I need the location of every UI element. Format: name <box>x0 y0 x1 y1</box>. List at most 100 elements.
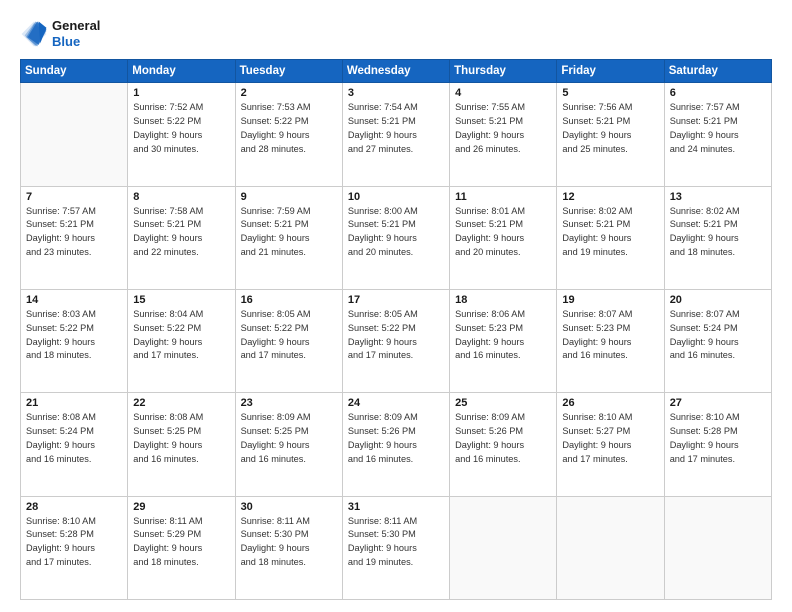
calendar-week-2: 7 Sunrise: 7:57 AM Sunset: 5:21 PM Daylig… <box>21 186 772 289</box>
day-number: 6 <box>670 87 766 99</box>
day-info: Sunrise: 8:10 AM Sunset: 5:27 PM Dayligh… <box>562 411 658 466</box>
day-number: 2 <box>241 87 337 99</box>
day-info: Sunrise: 8:06 AM Sunset: 5:23 PM Dayligh… <box>455 308 551 363</box>
calendar-cell: 14 Sunrise: 8:03 AM Sunset: 5:22 PM Dayli… <box>21 289 128 392</box>
day-number: 7 <box>26 191 122 203</box>
calendar-cell: 17 Sunrise: 8:05 AM Sunset: 5:22 PM Dayli… <box>342 289 449 392</box>
calendar-cell: 19 Sunrise: 8:07 AM Sunset: 5:23 PM Dayli… <box>557 289 664 392</box>
calendar-cell <box>21 83 128 186</box>
calendar-cell: 16Sunrise: 8:05 AM Sunset: 5:22 PM Dayli… <box>235 289 342 392</box>
calendar-cell: 10 Sunrise: 8:00 AM Sunset: 5:21 PM Dayli… <box>342 186 449 289</box>
calendar-week-3: 14 Sunrise: 8:03 AM Sunset: 5:22 PM Dayli… <box>21 289 772 392</box>
day-number: 3 <box>348 87 444 99</box>
calendar-cell: 26 Sunrise: 8:10 AM Sunset: 5:27 PM Dayli… <box>557 393 664 496</box>
calendar-cell <box>557 496 664 599</box>
calendar-cell: 2 Sunrise: 7:53 AM Sunset: 5:22 PM Daylig… <box>235 83 342 186</box>
day-info: Sunrise: 8:09 AM Sunset: 5:26 PM Dayligh… <box>455 411 551 466</box>
day-info: Sunrise: 7:56 AM Sunset: 5:21 PM Dayligh… <box>562 101 658 156</box>
calendar-cell: 22 Sunrise: 8:08 AM Sunset: 5:25 PM Dayli… <box>128 393 235 496</box>
calendar-cell: 4 Sunrise: 7:55 AM Sunset: 5:21 PM Daylig… <box>450 83 557 186</box>
calendar-cell <box>664 496 771 599</box>
calendar-cell: 8 Sunrise: 7:58 AM Sunset: 5:21 PM Daylig… <box>128 186 235 289</box>
calendar-cell: 23Sunrise: 8:09 AM Sunset: 5:25 PM Dayli… <box>235 393 342 496</box>
calendar-week-1: 1Sunrise: 7:52 AM Sunset: 5:22 PM Daylig… <box>21 83 772 186</box>
calendar-week-5: 28Sunrise: 8:10 AM Sunset: 5:28 PM Dayli… <box>21 496 772 599</box>
day-info: Sunrise: 8:08 AM Sunset: 5:24 PM Dayligh… <box>26 411 122 466</box>
day-number: 15 <box>133 294 229 306</box>
day-info: Sunrise: 7:58 AM Sunset: 5:21 PM Dayligh… <box>133 205 229 260</box>
weekday-header-thursday: Thursday <box>450 60 557 83</box>
calendar-cell: 9 Sunrise: 7:59 AM Sunset: 5:21 PM Daylig… <box>235 186 342 289</box>
day-number: 27 <box>670 397 766 409</box>
day-info: Sunrise: 8:03 AM Sunset: 5:22 PM Dayligh… <box>26 308 122 363</box>
calendar-week-4: 21 Sunrise: 8:08 AM Sunset: 5:24 PM Dayli… <box>21 393 772 496</box>
calendar-header-row: SundayMondayTuesdayWednesdayThursdayFrid… <box>21 60 772 83</box>
calendar-cell: 6 Sunrise: 7:57 AM Sunset: 5:21 PM Daylig… <box>664 83 771 186</box>
page: General Blue SundayMondayTuesdayWednesda… <box>0 0 792 612</box>
day-info: Sunrise: 7:57 AM Sunset: 5:21 PM Dayligh… <box>26 205 122 260</box>
day-number: 29 <box>133 501 229 513</box>
day-info: Sunrise: 7:55 AM Sunset: 5:21 PM Dayligh… <box>455 101 551 156</box>
logo: General Blue <box>20 18 100 49</box>
calendar-cell <box>450 496 557 599</box>
day-info: Sunrise: 8:07 AM Sunset: 5:23 PM Dayligh… <box>562 308 658 363</box>
day-number: 19 <box>562 294 658 306</box>
day-number: 18 <box>455 294 551 306</box>
calendar-cell: 30Sunrise: 8:11 AM Sunset: 5:30 PM Dayli… <box>235 496 342 599</box>
day-number: 23 <box>241 397 337 409</box>
calendar-cell: 24 Sunrise: 8:09 AM Sunset: 5:26 PM Dayli… <box>342 393 449 496</box>
day-info: Sunrise: 8:00 AM Sunset: 5:21 PM Dayligh… <box>348 205 444 260</box>
header: General Blue <box>20 18 772 49</box>
weekday-header-saturday: Saturday <box>664 60 771 83</box>
day-info: Sunrise: 8:04 AM Sunset: 5:22 PM Dayligh… <box>133 308 229 363</box>
day-number: 9 <box>241 191 337 203</box>
day-number: 24 <box>348 397 444 409</box>
day-info: Sunrise: 7:57 AM Sunset: 5:21 PM Dayligh… <box>670 101 766 156</box>
day-info: Sunrise: 8:07 AM Sunset: 5:24 PM Dayligh… <box>670 308 766 363</box>
day-info: Sunrise: 7:54 AM Sunset: 5:21 PM Dayligh… <box>348 101 444 156</box>
day-info: Sunrise: 8:02 AM Sunset: 5:21 PM Dayligh… <box>670 205 766 260</box>
weekday-header-tuesday: Tuesday <box>235 60 342 83</box>
calendar-cell: 29 Sunrise: 8:11 AM Sunset: 5:29 PM Dayli… <box>128 496 235 599</box>
day-info: Sunrise: 8:05 AM Sunset: 5:22 PM Dayligh… <box>348 308 444 363</box>
day-number: 14 <box>26 294 122 306</box>
calendar-cell: 28Sunrise: 8:10 AM Sunset: 5:28 PM Dayli… <box>21 496 128 599</box>
day-info: Sunrise: 7:53 AM Sunset: 5:22 PM Dayligh… <box>241 101 337 156</box>
calendar-cell: 3 Sunrise: 7:54 AM Sunset: 5:21 PM Daylig… <box>342 83 449 186</box>
day-number: 16 <box>241 294 337 306</box>
day-number: 12 <box>562 191 658 203</box>
logo-text: General Blue <box>52 18 100 49</box>
weekday-header-wednesday: Wednesday <box>342 60 449 83</box>
calendar-cell: 1Sunrise: 7:52 AM Sunset: 5:22 PM Daylig… <box>128 83 235 186</box>
day-number: 4 <box>455 87 551 99</box>
calendar-cell: 31Sunrise: 8:11 AM Sunset: 5:30 PM Dayli… <box>342 496 449 599</box>
day-info: Sunrise: 8:01 AM Sunset: 5:21 PM Dayligh… <box>455 205 551 260</box>
day-info: Sunrise: 7:52 AM Sunset: 5:22 PM Dayligh… <box>133 101 229 156</box>
calendar-cell: 15 Sunrise: 8:04 AM Sunset: 5:22 PM Dayli… <box>128 289 235 392</box>
calendar-cell: 18 Sunrise: 8:06 AM Sunset: 5:23 PM Dayli… <box>450 289 557 392</box>
calendar-cell: 13 Sunrise: 8:02 AM Sunset: 5:21 PM Dayli… <box>664 186 771 289</box>
day-number: 30 <box>241 501 337 513</box>
calendar-cell: 27 Sunrise: 8:10 AM Sunset: 5:28 PM Dayli… <box>664 393 771 496</box>
calendar-cell: 21 Sunrise: 8:08 AM Sunset: 5:24 PM Dayli… <box>21 393 128 496</box>
weekday-header-sunday: Sunday <box>21 60 128 83</box>
day-info: Sunrise: 7:59 AM Sunset: 5:21 PM Dayligh… <box>241 205 337 260</box>
calendar-table: SundayMondayTuesdayWednesdayThursdayFrid… <box>20 59 772 600</box>
day-number: 22 <box>133 397 229 409</box>
calendar-cell: 11Sunrise: 8:01 AM Sunset: 5:21 PM Dayli… <box>450 186 557 289</box>
day-number: 10 <box>348 191 444 203</box>
day-number: 17 <box>348 294 444 306</box>
day-info: Sunrise: 8:11 AM Sunset: 5:29 PM Dayligh… <box>133 515 229 570</box>
day-info: Sunrise: 8:10 AM Sunset: 5:28 PM Dayligh… <box>670 411 766 466</box>
day-number: 13 <box>670 191 766 203</box>
calendar-cell: 7 Sunrise: 7:57 AM Sunset: 5:21 PM Daylig… <box>21 186 128 289</box>
day-number: 20 <box>670 294 766 306</box>
day-number: 26 <box>562 397 658 409</box>
day-info: Sunrise: 8:08 AM Sunset: 5:25 PM Dayligh… <box>133 411 229 466</box>
logo-icon <box>20 20 48 48</box>
day-info: Sunrise: 8:09 AM Sunset: 5:26 PM Dayligh… <box>348 411 444 466</box>
day-info: Sunrise: 8:10 AM Sunset: 5:28 PM Dayligh… <box>26 515 122 570</box>
day-number: 8 <box>133 191 229 203</box>
day-number: 21 <box>26 397 122 409</box>
day-info: Sunrise: 8:02 AM Sunset: 5:21 PM Dayligh… <box>562 205 658 260</box>
